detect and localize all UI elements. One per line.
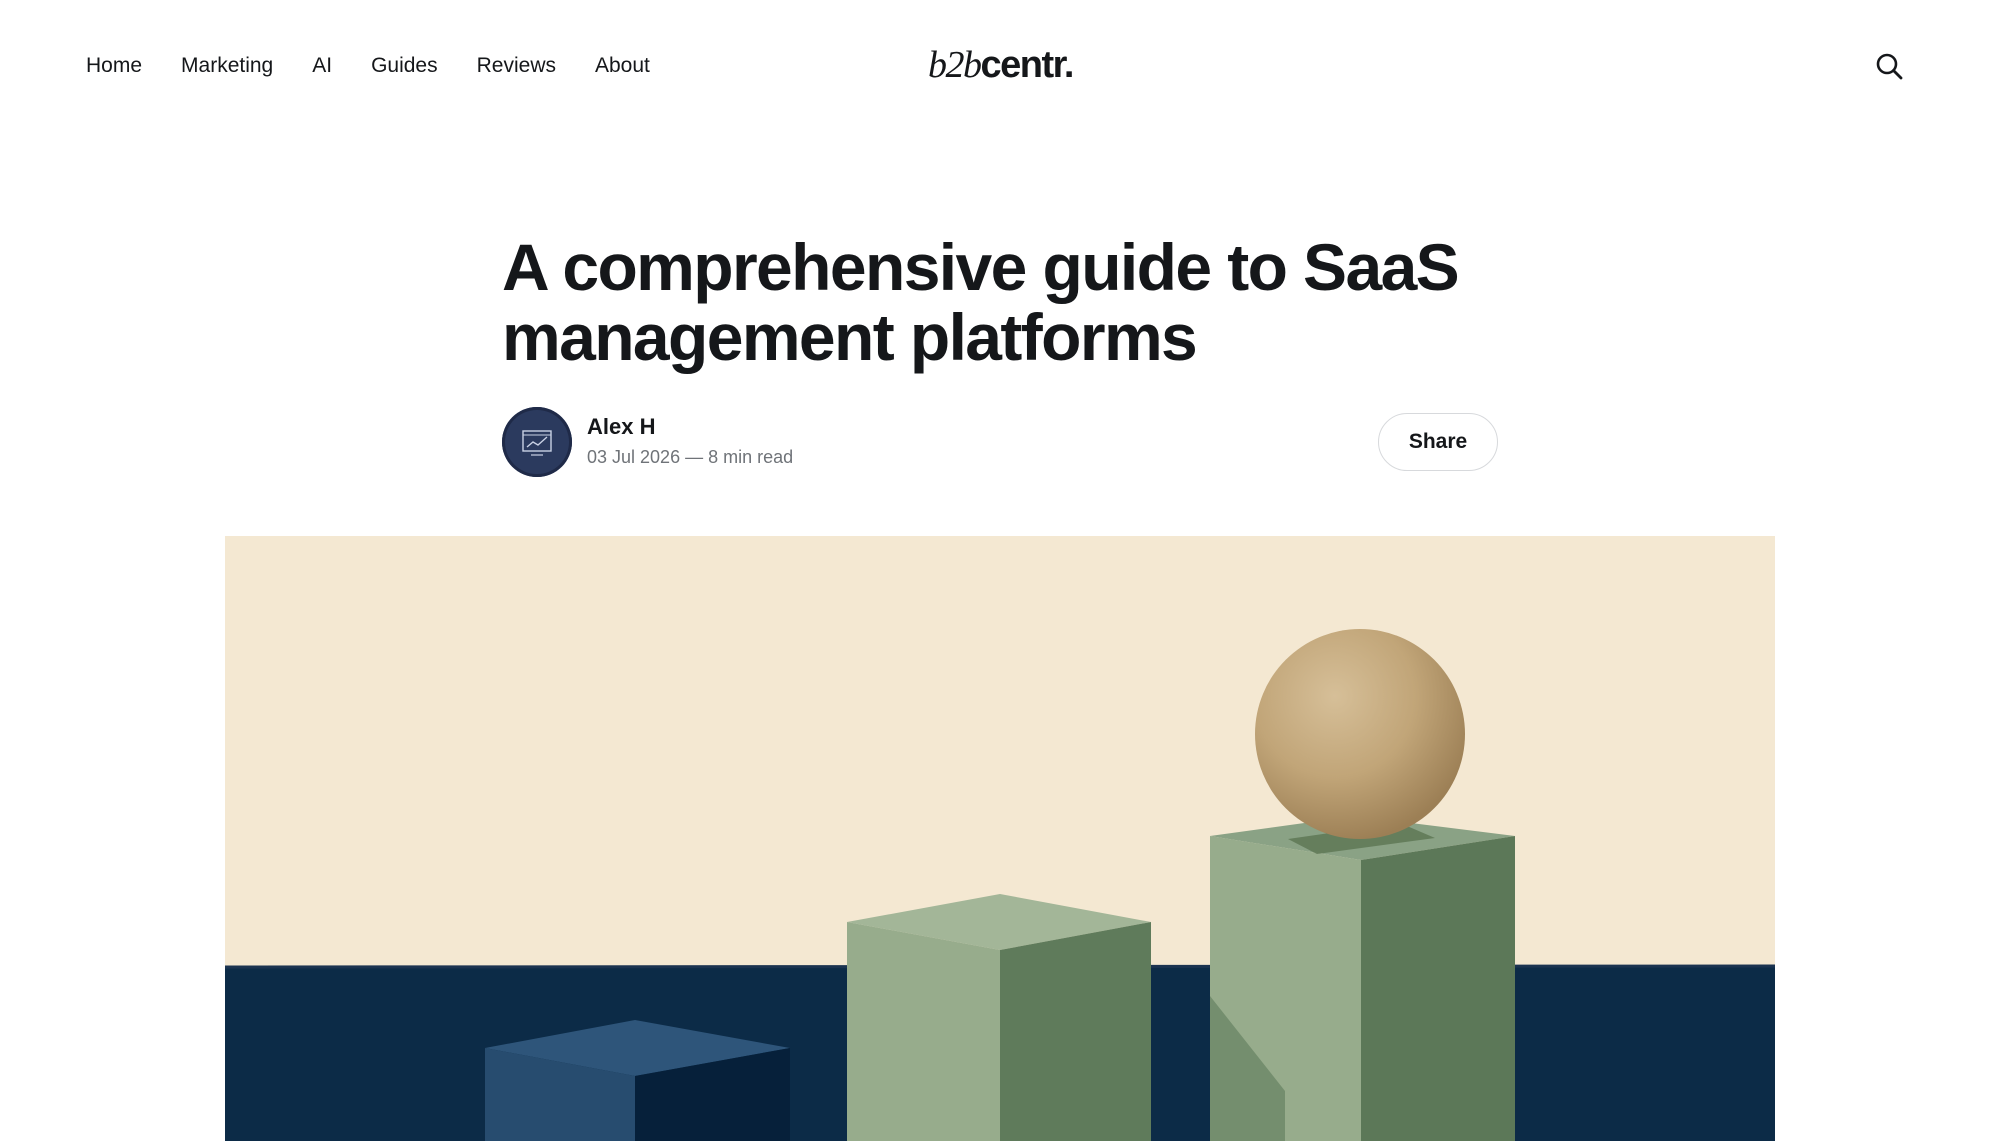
author-name[interactable]: Alex H: [587, 413, 655, 441]
search-icon: [1876, 53, 1903, 80]
share-button[interactable]: Share: [1378, 413, 1498, 471]
article-title: A comprehensive guide to SaaS management…: [502, 230, 1460, 374]
site-logo[interactable]: b2bcentr.: [928, 40, 1075, 90]
nav-link-ai[interactable]: AI: [312, 50, 332, 82]
logo-bold-text: centr.: [980, 44, 1075, 86]
publish-date: 03 Jul 2026: [587, 447, 681, 467]
nav-link-marketing[interactable]: Marketing: [181, 50, 273, 82]
hero-illustration: [225, 536, 1775, 1141]
logo-italic-text: b2b: [928, 44, 982, 86]
chart-icon: [522, 430, 552, 456]
search-button[interactable]: [1873, 50, 1907, 84]
nav-link-guides[interactable]: Guides: [371, 50, 438, 82]
nav-link-about[interactable]: About: [595, 50, 650, 82]
author-avatar[interactable]: [502, 407, 572, 477]
hero-image: [225, 536, 1775, 1141]
article-meta: 03 Jul 2026 — 8 min read: [587, 445, 793, 469]
site-header: Home Marketing AI Guides Reviews About b…: [0, 0, 2000, 132]
article-byline: Alex H 03 Jul 2026 — 8 min read Share: [502, 407, 1498, 479]
primary-nav: Home Marketing AI Guides Reviews About: [86, 50, 689, 82]
nav-link-reviews[interactable]: Reviews: [477, 50, 556, 82]
read-time: 8 min read: [708, 447, 794, 467]
nav-link-home[interactable]: Home: [86, 50, 142, 82]
meta-separator: —: [680, 447, 709, 467]
